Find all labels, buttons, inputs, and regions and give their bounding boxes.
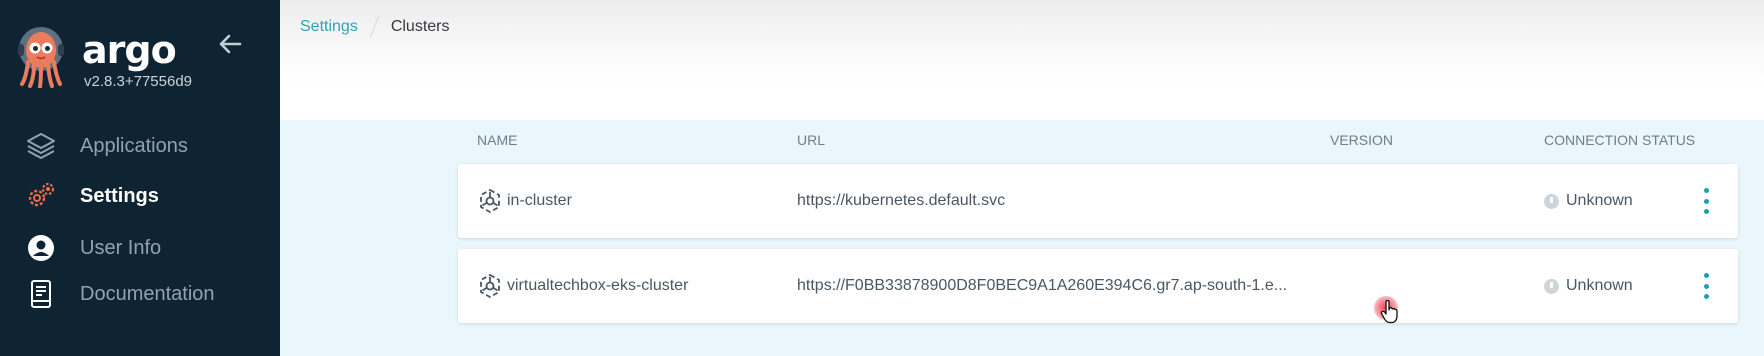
argo-logo[interactable]	[16, 26, 66, 89]
top-bar: Settings Clusters	[280, 0, 1764, 120]
sidebar-item-documentation[interactable]: Documentation	[0, 272, 280, 316]
breadcrumb-current: Clusters	[390, 18, 450, 35]
menu-dot	[1703, 198, 1709, 204]
sidebar-item-label: Documentation	[80, 282, 215, 305]
clusters-list: NAME URL VERSION CONNECTION STATUS in-cl…	[280, 120, 1764, 356]
sidebar-item-label: User Info	[80, 236, 162, 259]
mouse-cursor	[1374, 296, 1406, 330]
app-name: argo	[82, 28, 177, 72]
connection-status-cell: Unknown	[1544, 249, 1633, 323]
breadcrumb-settings-link[interactable]: Settings	[300, 18, 358, 36]
hand-pointer-icon	[1380, 300, 1398, 324]
menu-dot	[1703, 283, 1709, 289]
cluster-name: virtualtechbox-eks-cluster	[507, 277, 689, 294]
sidebar-item-settings[interactable]: Settings	[0, 174, 280, 218]
book-icon	[24, 277, 58, 311]
connection-status-cell: Unknown	[1544, 164, 1633, 238]
row-actions-menu-button[interactable]	[1696, 273, 1716, 299]
cluster-icon	[477, 273, 503, 299]
table-row[interactable]: in-cluster https://kubernetes.default.sv…	[458, 164, 1738, 238]
collapse-sidebar-button[interactable]	[214, 30, 246, 58]
row-actions-menu-button[interactable]	[1696, 188, 1716, 214]
breadcrumb: Settings Clusters	[300, 16, 450, 38]
app-version: v2.8.3+77556d9	[84, 73, 193, 90]
sidebar-item-user-info[interactable]: User Info	[0, 226, 280, 270]
sidebar-item-label: Applications	[80, 134, 188, 157]
column-header-version: VERSION	[1330, 132, 1394, 148]
gears-icon	[24, 179, 58, 213]
more-vert-icon	[1703, 188, 1709, 193]
cluster-url: https://F0BB33878900D8F0BEC9A1A260E394C6…	[797, 277, 1288, 294]
column-header-url: URL	[797, 132, 826, 148]
sidebar: argo v2.8.3+77556d9 Applications Setting…	[0, 0, 280, 356]
cluster-name-cell: in-cluster	[477, 164, 572, 238]
column-header-name: NAME	[477, 132, 518, 148]
user-circle-icon	[24, 231, 58, 265]
menu-dot	[1703, 294, 1709, 299]
connection-status: Unknown	[1566, 192, 1633, 209]
arrow-left-icon	[219, 34, 242, 54]
layers-icon	[24, 129, 58, 163]
more-vert-icon	[1703, 273, 1709, 278]
cluster-icon	[477, 188, 503, 214]
sidebar-item-applications[interactable]: Applications	[0, 124, 280, 168]
cluster-name-cell: virtualtechbox-eks-cluster	[477, 249, 688, 323]
breadcrumb-separator	[369, 16, 380, 38]
status-unknown-icon	[1544, 193, 1559, 209]
column-header-connection-status: CONNECTION STATUS	[1544, 132, 1696, 148]
table-row[interactable]: virtualtechbox-eks-cluster https://F0BB3…	[458, 249, 1738, 323]
sidebar-item-label: Settings	[80, 184, 159, 207]
menu-dot	[1703, 209, 1709, 214]
cluster-name: in-cluster	[507, 192, 572, 209]
connection-status: Unknown	[1566, 277, 1633, 294]
status-unknown-icon	[1544, 278, 1559, 294]
cluster-url: https://kubernetes.default.svc	[797, 192, 1006, 209]
table-header: NAME URL VERSION CONNECTION STATUS	[280, 132, 1764, 156]
